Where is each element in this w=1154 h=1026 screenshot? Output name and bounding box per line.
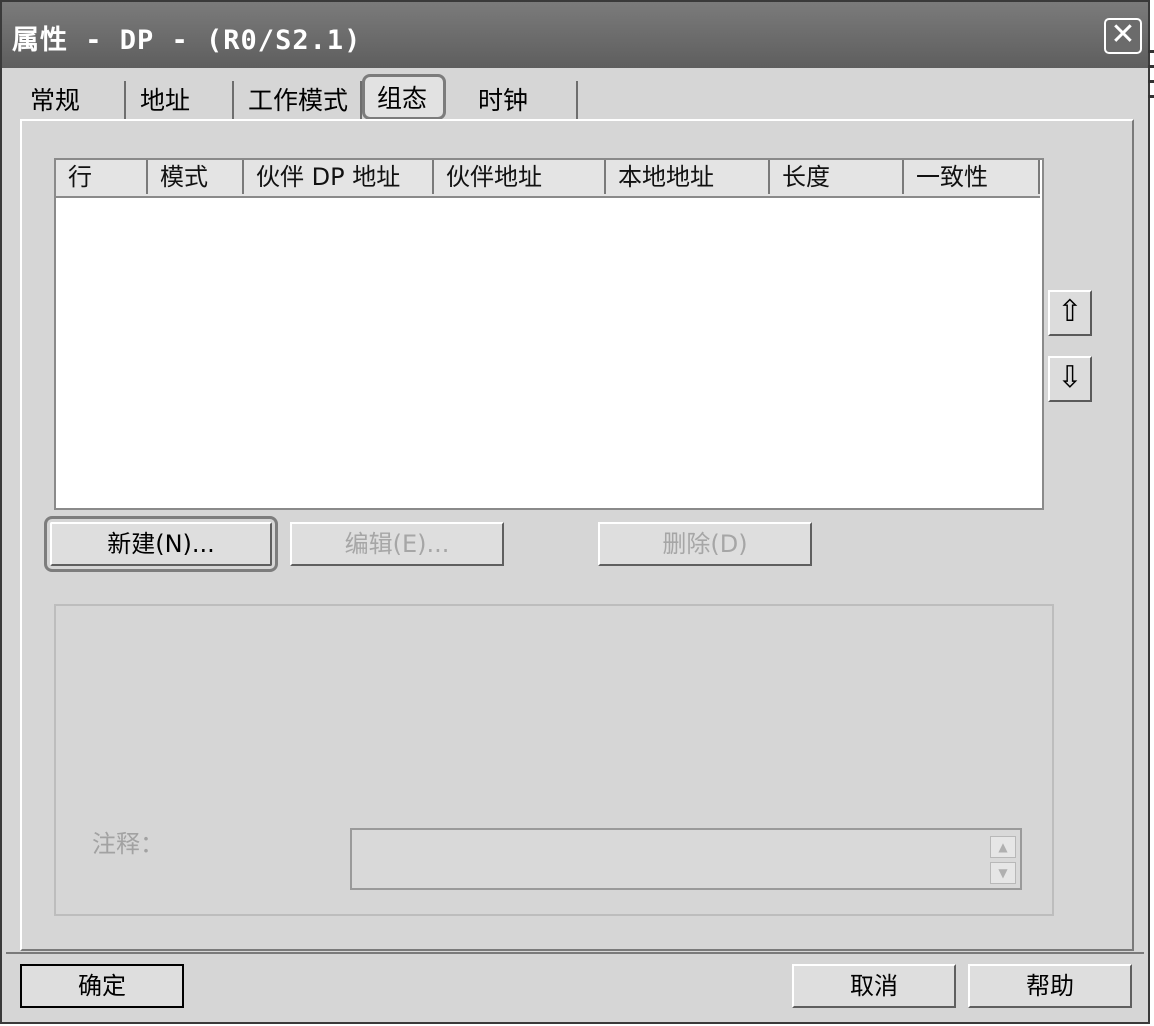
comment-field[interactable]: ▲ ▼ — [350, 828, 1022, 890]
column-header-partner-address[interactable]: 伙伴地址 — [434, 160, 606, 194]
tab-clock[interactable]: 时钟 — [468, 81, 578, 121]
tab-general[interactable]: 常规 — [20, 81, 126, 121]
close-icon: ✕ — [1110, 17, 1136, 52]
column-header-local-address[interactable]: 本地地址 — [606, 160, 770, 194]
dialog-title: 属性 - DP - (R0/S2.1) — [12, 25, 362, 56]
up-arrow-icon: ⇧ — [1057, 294, 1083, 329]
configuration-table[interactable]: 行 模式 伙伴 DP 地址 伙伴地址 本地地址 长度 一致性 — [54, 158, 1044, 510]
edge-fragment — [1148, 38, 1154, 208]
tab-operating-mode[interactable]: 工作模式 — [238, 81, 362, 121]
close-button[interactable]: ✕ — [1104, 18, 1142, 54]
comment-label: 注释： — [92, 830, 164, 858]
cancel-button[interactable]: 取消 — [792, 964, 956, 1008]
column-header-mode[interactable]: 模式 — [148, 160, 244, 194]
column-header-length[interactable]: 长度 — [770, 160, 904, 194]
help-button[interactable]: 帮助 — [968, 964, 1132, 1008]
edit-button[interactable]: 编辑(E)... — [290, 522, 504, 566]
scroll-up-button[interactable]: ▲ — [990, 836, 1016, 858]
column-header-partner-dp-address[interactable]: 伙伴 DP 地址 — [244, 160, 434, 194]
down-arrow-icon: ⇩ — [1057, 360, 1083, 395]
properties-dialog: 属性 - DP - (R0/S2.1) ✕ 常规 地址 工作模式 组态 时钟 行… — [0, 0, 1150, 1024]
footer-divider — [6, 952, 1144, 954]
move-down-button[interactable]: ⇩ — [1048, 356, 1092, 402]
title-bar[interactable]: 属性 - DP - (R0/S2.1) ✕ — [2, 2, 1148, 68]
delete-button[interactable]: 删除(D) — [598, 522, 812, 566]
tab-strip: 常规 地址 工作模式 组态 时钟 — [20, 74, 620, 121]
scroll-down-button[interactable]: ▼ — [990, 862, 1016, 884]
tab-configuration[interactable]: 组态 — [362, 74, 446, 120]
ok-button[interactable]: 确定 — [20, 964, 184, 1008]
table-header: 行 模式 伙伴 DP 地址 伙伴地址 本地地址 长度 一致性 — [56, 160, 1040, 198]
column-header-consistency[interactable]: 一致性 — [904, 160, 1040, 194]
move-up-button[interactable]: ⇧ — [1048, 290, 1092, 336]
new-button[interactable]: 新建(N)... — [44, 516, 278, 572]
tab-address[interactable]: 地址 — [130, 81, 234, 121]
column-header-row[interactable]: 行 — [56, 160, 148, 194]
